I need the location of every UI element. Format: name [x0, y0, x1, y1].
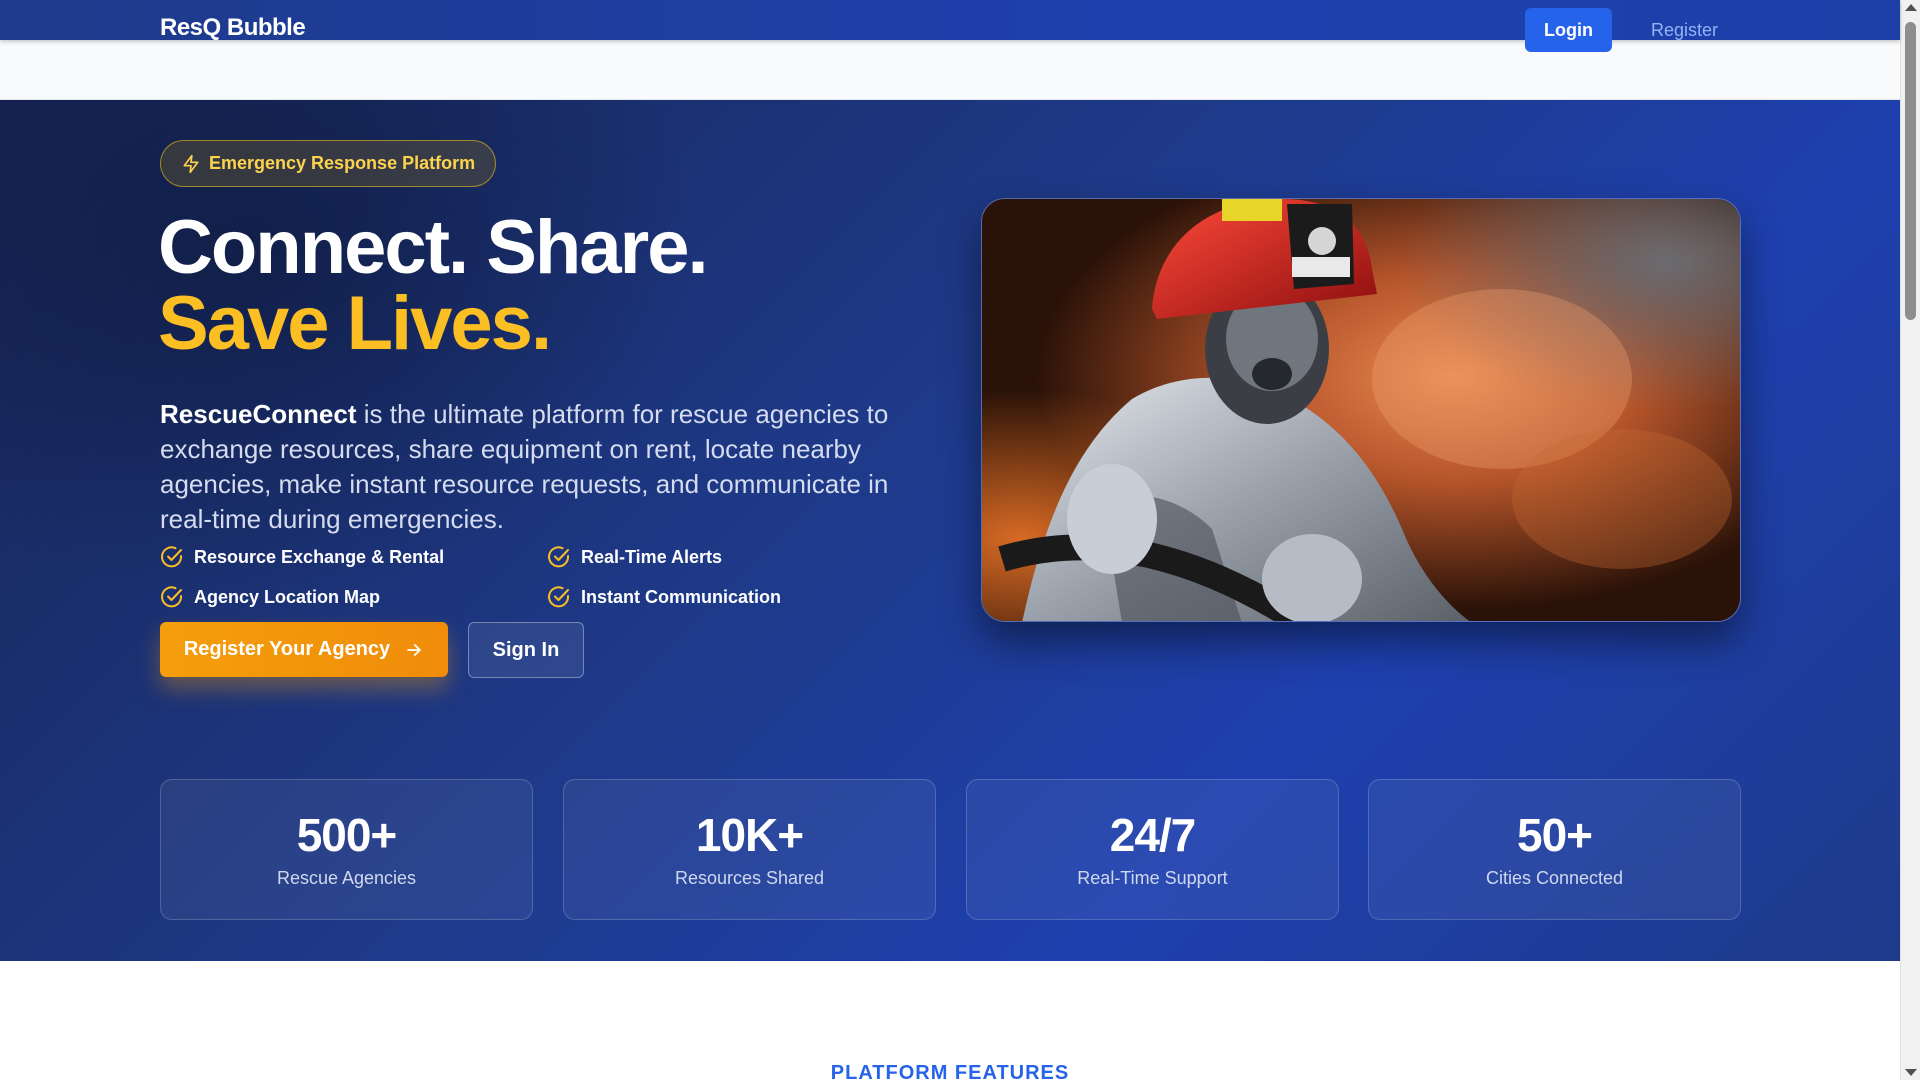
features-section-heading: PLATFORM FEATURES [830, 1062, 1070, 1080]
hero-section: Emergency Response Platform Connect. Sha… [0, 100, 1900, 961]
hero-description: RescueConnect is the ultimate platform f… [160, 397, 900, 537]
feature-label: Resource Exchange & Rental [194, 546, 445, 567]
register-link[interactable]: Register [1651, 20, 1718, 41]
stat-label: Rescue Agencies [276, 868, 417, 888]
stat-card: 24/7 Real-Time Support [966, 779, 1339, 920]
register-agency-label: Register Your Agency [183, 638, 391, 660]
stat-label: Resources Shared [674, 868, 825, 888]
lightning-icon [183, 154, 199, 174]
scroll-up-arrow-icon[interactable] [1905, 4, 1917, 11]
check-circle-icon [548, 586, 570, 608]
stat-label: Real-Time Support [1077, 868, 1228, 888]
brand-logo[interactable]: ResQ Bubble [160, 14, 306, 42]
stat-card: 50+ Cities Connected [1368, 779, 1741, 920]
stat-label: Cities Connected [1485, 868, 1624, 888]
stat-value: 500+ [296, 809, 398, 861]
sign-in-button[interactable]: Sign In [468, 622, 584, 678]
arrow-right-icon [407, 643, 421, 656]
page-scrollbar[interactable] [1900, 0, 1920, 1080]
register-agency-button[interactable]: Register Your Agency [160, 622, 448, 677]
description-brand: RescueConnect [160, 399, 357, 429]
check-circle-icon [161, 546, 183, 568]
nav-subbar [0, 40, 1900, 100]
stat-value: 24/7 [1109, 809, 1197, 861]
stat-value: 50+ [1516, 809, 1593, 861]
headline-line-1: Connect. Share. [158, 205, 709, 290]
firefighter-photo [981, 198, 1741, 622]
scrollbar-thumb[interactable] [1905, 22, 1916, 320]
platform-badge: Emergency Response Platform [160, 140, 497, 187]
feature-label: Real-Time Alerts [581, 546, 723, 567]
check-circle-icon [548, 546, 570, 568]
login-button[interactable]: Login [1525, 8, 1612, 52]
check-circle-icon [161, 586, 183, 608]
feature-item: Agency Location Map [160, 585, 380, 609]
feature-label: Agency Location Map [194, 586, 381, 607]
hero-headline: Connect. Share. Save Lives. [158, 205, 709, 366]
headline-line-2: Save Lives. [158, 281, 552, 366]
badge-text: Emergency Response Platform [209, 153, 476, 173]
feature-item: Resource Exchange & Rental [160, 545, 444, 569]
stat-value: 10K+ [695, 809, 804, 861]
stat-card: 10K+ Resources Shared [563, 779, 936, 920]
feature-item: Instant Communication [547, 585, 781, 609]
scroll-down-arrow-icon[interactable] [1905, 1069, 1917, 1076]
feature-label: Instant Communication [581, 586, 782, 607]
top-navbar: ResQ Bubble Login Register [0, 0, 1900, 52]
feature-item: Real-Time Alerts [547, 545, 722, 569]
stat-card: 500+ Rescue Agencies [160, 779, 533, 920]
